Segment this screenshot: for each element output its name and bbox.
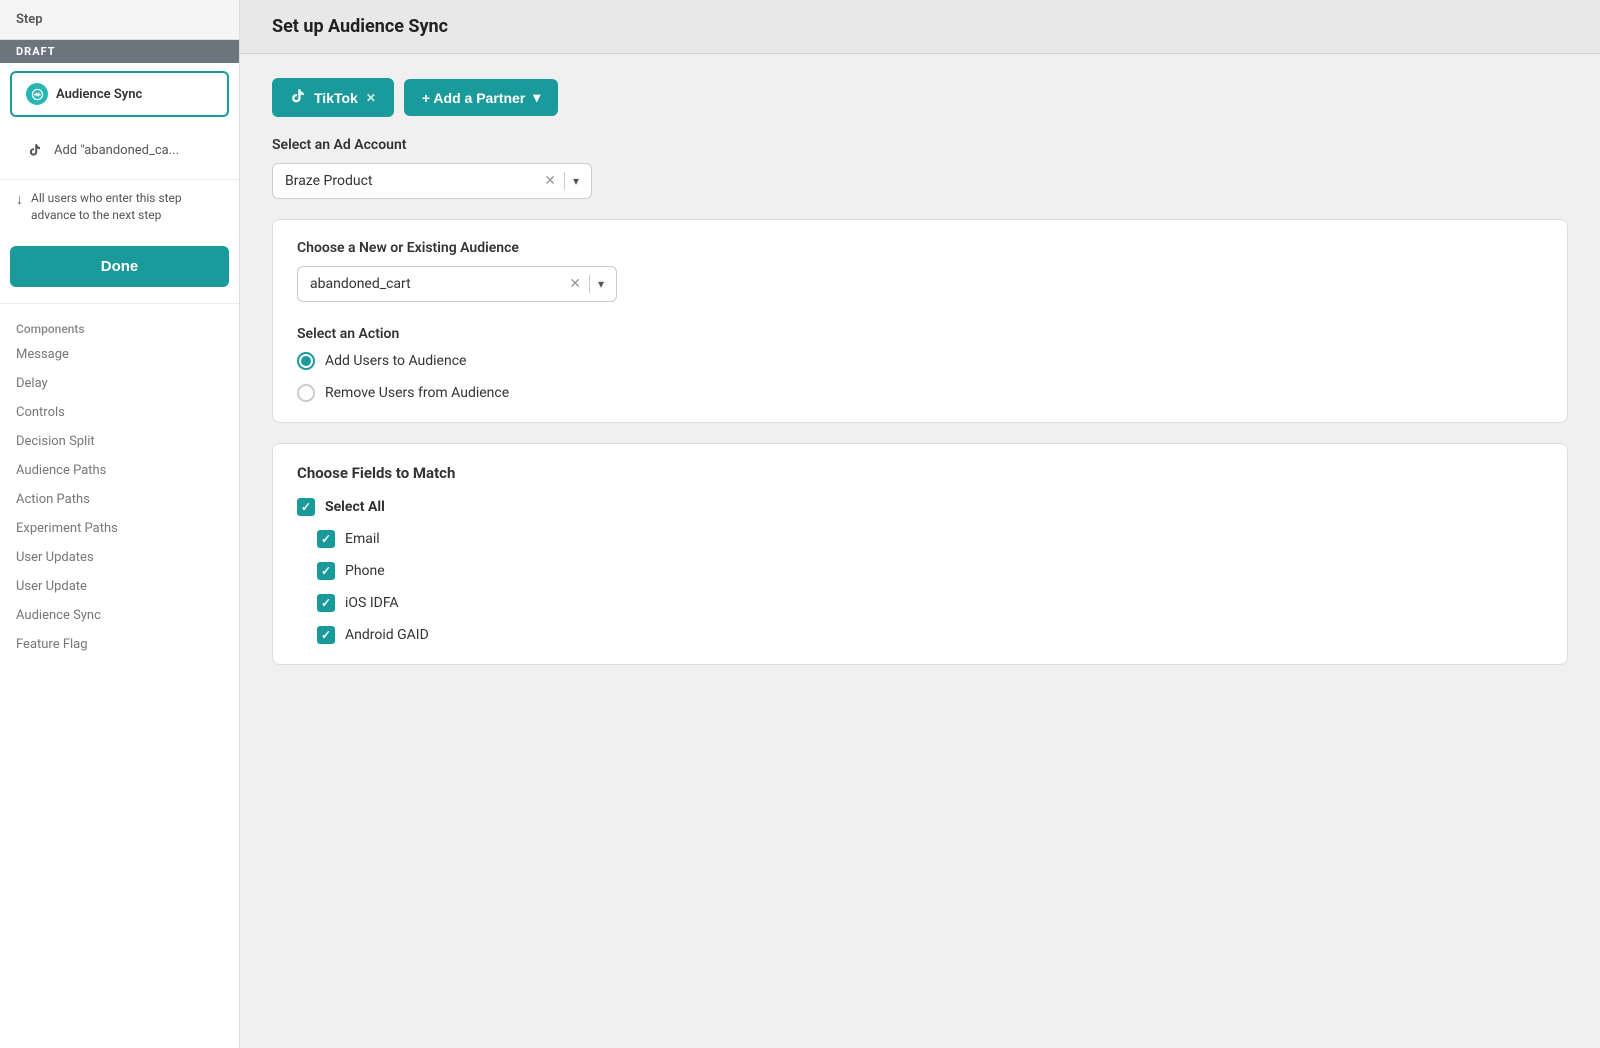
sidebar-add-item[interactable]: Add "abandoned_ca... xyxy=(10,129,229,171)
audience-label: Choose a New or Existing Audience xyxy=(297,240,1543,256)
sidebar-nav-message[interactable]: Message xyxy=(0,340,239,369)
audience-sync-icon xyxy=(26,83,48,105)
ad-account-select[interactable]: Braze Product ✕ ▾ xyxy=(272,163,592,199)
tiktok-label: TikTok xyxy=(314,90,358,106)
partner-row: TikTok ✕ + Add a Partner ▾ xyxy=(272,78,1568,117)
checkbox-phone[interactable]: Phone xyxy=(317,562,1543,580)
tiktok-remove-icon[interactable]: ✕ xyxy=(366,91,376,105)
step-label: Step xyxy=(16,12,43,27)
page-title: Set up Audience Sync xyxy=(272,16,1568,37)
sidebar-nav-controls[interactable]: Controls xyxy=(0,398,239,427)
tiktok-button[interactable]: TikTok ✕ xyxy=(272,78,394,117)
sidebar-step-section: Step xyxy=(0,0,239,40)
checkbox-email-label: Email xyxy=(345,531,380,547)
add-partner-label: + Add a Partner xyxy=(422,90,525,106)
sidebar-nav-delay[interactable]: Delay xyxy=(0,369,239,398)
action-radio-group: Add Users to Audience Remove Users from … xyxy=(297,352,1543,402)
sidebar-nav-experiment-paths[interactable]: Experiment Paths xyxy=(0,514,239,543)
sidebar-nav-user-update[interactable]: User Update xyxy=(0,572,239,601)
sidebar-nav-action-paths[interactable]: Action Paths xyxy=(0,485,239,514)
ad-account-value: Braze Product xyxy=(285,173,536,189)
ad-account-clear-icon[interactable]: ✕ xyxy=(544,173,556,189)
radio-add-users-circle xyxy=(297,352,315,370)
draft-badge: DRAFT xyxy=(0,40,239,63)
action-subsection: Select an Action Add Users to Audience R… xyxy=(297,326,1543,402)
main-content: Set up Audience Sync TikTok ✕ + Add a Pa… xyxy=(240,0,1600,1048)
audience-dropdown-icon[interactable]: ▾ xyxy=(598,277,604,291)
radio-add-users-label: Add Users to Audience xyxy=(325,353,466,369)
radio-remove-users-circle xyxy=(297,384,315,402)
add-partner-button[interactable]: + Add a Partner ▾ xyxy=(404,79,558,116)
sidebar-nav-audience-paths[interactable]: Audience Paths xyxy=(0,456,239,485)
fields-title: Choose Fields to Match xyxy=(297,464,1543,482)
main-body: TikTok ✕ + Add a Partner ▾ Select an Ad … xyxy=(240,54,1600,689)
ad-account-dropdown-icon[interactable]: ▾ xyxy=(573,174,579,188)
sidebar-nav: Components Message Delay Controls Decisi… xyxy=(0,303,239,667)
info-arrow-icon: ↓ xyxy=(16,191,23,211)
sidebar-nav-audience-sync[interactable]: Audience Sync xyxy=(0,601,239,630)
sidebar-nav-feature-flag[interactable]: Feature Flag xyxy=(0,630,239,659)
radio-remove-users[interactable]: Remove Users from Audience xyxy=(297,384,1543,402)
main-header: Set up Audience Sync xyxy=(240,0,1600,54)
checkbox-android-gaid[interactable]: Android GAID xyxy=(317,626,1543,644)
add-item-label: Add "abandoned_ca... xyxy=(54,143,179,158)
tiktok-small-icon xyxy=(24,139,46,161)
action-label: Select an Action xyxy=(297,326,1543,342)
select-divider-2 xyxy=(589,275,590,293)
sidebar-info-text: All users who enter this step advance to… xyxy=(31,190,223,224)
checkbox-email[interactable]: Email xyxy=(317,530,1543,548)
checkbox-email-box xyxy=(317,530,335,548)
checkbox-group: Select All Email Phone iOS IDFA xyxy=(297,498,1543,644)
sidebar: Step DRAFT Audience Sync Add "abandoned_… xyxy=(0,0,240,1048)
sidebar-nav-user-updates[interactable]: User Updates xyxy=(0,543,239,572)
components-label: Components xyxy=(0,312,239,340)
checkbox-select-all-label: Select All xyxy=(325,499,385,515)
audience-clear-icon[interactable]: ✕ xyxy=(569,276,581,292)
radio-add-users[interactable]: Add Users to Audience xyxy=(297,352,1543,370)
radio-remove-users-label: Remove Users from Audience xyxy=(325,385,509,401)
audience-value: abandoned_cart xyxy=(310,276,561,292)
checkbox-ios-idfa-label: iOS IDFA xyxy=(345,595,399,611)
fields-section: Choose Fields to Match Select All Email … xyxy=(272,443,1568,665)
checkbox-select-all[interactable]: Select All xyxy=(297,498,1543,516)
checkbox-select-all-box xyxy=(297,498,315,516)
checkbox-ios-idfa[interactable]: iOS IDFA xyxy=(317,594,1543,612)
sidebar-info: ↓ All users who enter this step advance … xyxy=(0,179,239,234)
audience-select[interactable]: abandoned_cart ✕ ▾ xyxy=(297,266,617,302)
sidebar-nav-decision-split[interactable]: Decision Split xyxy=(0,427,239,456)
sidebar-item-audience-sync[interactable]: Audience Sync xyxy=(10,71,229,117)
checkbox-phone-label: Phone xyxy=(345,563,385,579)
audience-action-section: Choose a New or Existing Audience abando… xyxy=(272,219,1568,423)
checkbox-android-gaid-label: Android GAID xyxy=(345,627,429,643)
checkbox-phone-box xyxy=(317,562,335,580)
audience-sync-label: Audience Sync xyxy=(56,87,142,102)
add-partner-arrow-icon: ▾ xyxy=(533,89,540,106)
checkbox-ios-idfa-box xyxy=(317,594,335,612)
audience-subsection: Choose a New or Existing Audience abando… xyxy=(297,240,1543,302)
ad-account-label: Select an Ad Account xyxy=(272,137,1568,153)
done-button[interactable]: Done xyxy=(10,246,229,287)
tiktok-logo-icon xyxy=(290,88,306,107)
select-divider xyxy=(564,172,565,190)
checkbox-android-gaid-box xyxy=(317,626,335,644)
ad-account-section: Select an Ad Account Braze Product ✕ ▾ xyxy=(272,137,1568,199)
